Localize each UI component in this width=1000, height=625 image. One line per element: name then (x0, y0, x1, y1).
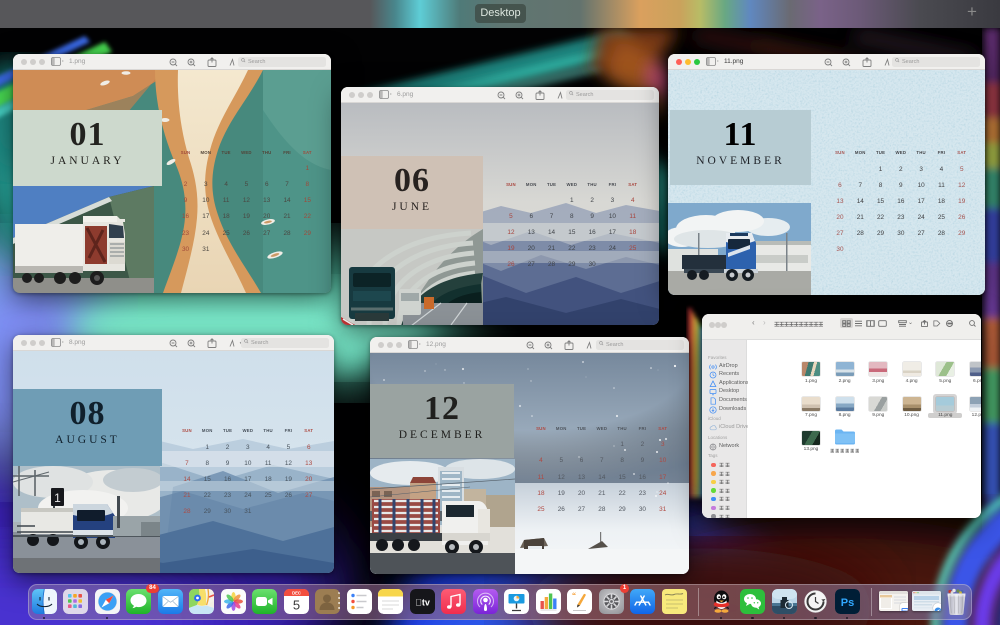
svg-text:1: 1 (54, 491, 61, 505)
svg-text:tv: tv (415, 598, 430, 608)
svg-text:Ps: Ps (840, 597, 853, 609)
svg-text:DEC: DEC (292, 591, 301, 596)
svg-text:“: “ (572, 591, 576, 600)
svg-text:5: 5 (292, 598, 299, 613)
